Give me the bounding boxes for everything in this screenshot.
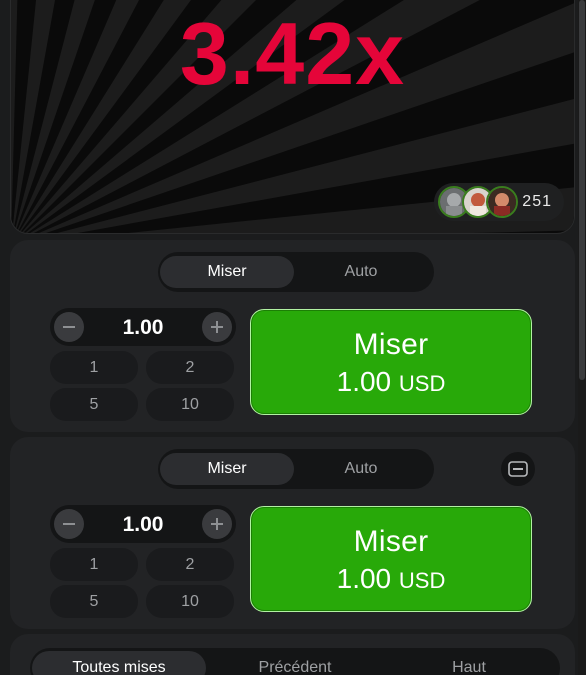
scrollbar-thumb[interactable] [579,0,585,380]
bet-button-amount: 1.00 USD [251,563,531,595]
plus-icon [211,518,223,530]
quick-amount-button[interactable]: 1 [50,351,138,384]
tab-previous[interactable]: Précédent [208,651,382,675]
tab-all-bets[interactable]: Toutes mises [32,651,206,675]
player-count: 251 [522,193,552,210]
bet-currency: USD [398,568,446,593]
players-online-badge: 251 [434,183,564,221]
bet-panel-2: Miser Auto 1.00 1 2 5 10 Miser 1.00 USD [10,437,575,629]
increase-stake-button[interactable] [202,312,232,342]
tab-auto[interactable]: Auto [294,256,428,288]
bet-amount-value: 1.00 [336,366,392,397]
quick-amount-button[interactable]: 5 [50,388,138,421]
aviator-game-page: 3.42x 251 Miser Auto 1.00 1 2 5 10 Miser… [0,0,586,675]
bet-mode-tabs: Miser Auto [158,449,434,489]
tab-bet[interactable]: Miser [160,453,294,485]
minus-icon [63,326,75,328]
bet-mode-tabs: Miser Auto [158,252,434,292]
remove-panel-button[interactable] [501,452,535,486]
place-bet-button[interactable]: Miser 1.00 USD [250,506,532,612]
quick-amount-button[interactable]: 10 [146,585,234,618]
game-canvas: 3.42x 251 [10,0,575,234]
quick-amount-button[interactable]: 2 [146,351,234,384]
decrease-stake-button[interactable] [54,509,84,539]
place-bet-button[interactable]: Miser 1.00 USD [250,309,532,415]
stake-stepper: 1.00 [50,308,236,346]
minus-icon [63,523,75,525]
bet-currency: USD [398,371,446,396]
quick-amount-button[interactable]: 5 [50,585,138,618]
tab-auto[interactable]: Auto [294,453,428,485]
quick-amount-button[interactable]: 2 [146,548,234,581]
stake-value[interactable]: 1.00 [90,316,196,340]
remove-panel-icon [508,461,528,477]
bet-amount-value: 1.00 [336,563,392,594]
decrease-stake-button[interactable] [54,312,84,342]
bet-panel-1: Miser Auto 1.00 1 2 5 10 Miser 1.00 USD [10,240,575,432]
player-avatar [486,186,518,218]
tab-top[interactable]: Haut [382,651,556,675]
bet-button-label: Miser [353,328,429,361]
quick-amount-button[interactable]: 10 [146,388,234,421]
stake-stepper: 1.00 [50,505,236,543]
crash-multiplier: 3.42x [179,4,406,103]
plus-icon [211,321,223,333]
tab-bet[interactable]: Miser [160,256,294,288]
increase-stake-button[interactable] [202,509,232,539]
bets-history-panel: Toutes mises Précédent Haut [10,634,575,675]
quick-amount-button[interactable]: 1 [50,548,138,581]
page-scrollbar[interactable] [578,0,586,675]
bet-button-label: Miser [353,525,429,558]
history-tabs: Toutes mises Précédent Haut [30,648,560,675]
stake-value[interactable]: 1.00 [90,513,196,537]
bet-button-amount: 1.00 USD [251,366,531,398]
